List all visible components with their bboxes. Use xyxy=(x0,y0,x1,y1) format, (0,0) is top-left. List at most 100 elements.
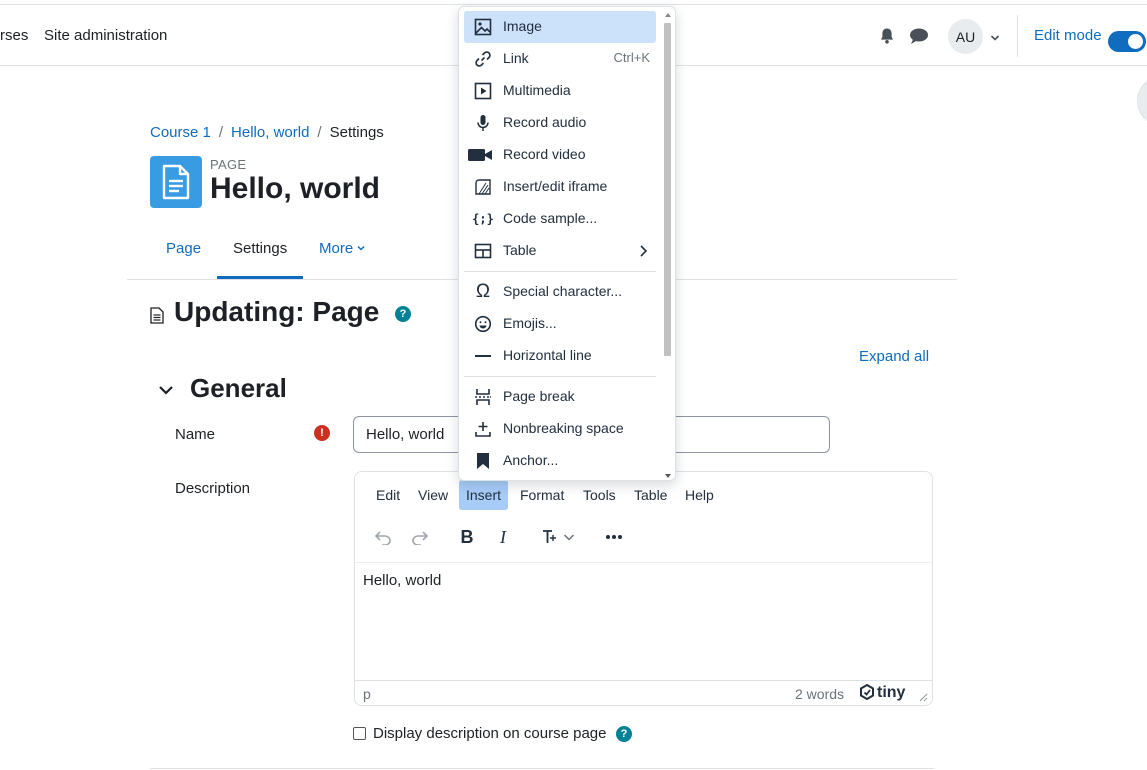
horizontal-line-item[interactable]: Horizontal line xyxy=(464,340,656,372)
menu-edit[interactable]: Edit xyxy=(369,480,407,510)
display-description-checkbox[interactable] xyxy=(353,727,366,740)
word-count[interactable]: 2 words xyxy=(795,686,844,702)
expand-all-link[interactable]: Expand all xyxy=(859,348,929,365)
scrollbar-thumb[interactable] xyxy=(664,23,671,356)
chevron-right-icon xyxy=(640,245,648,257)
menu-scrollbar[interactable] xyxy=(661,13,673,478)
editor-content-area[interactable] xyxy=(355,562,932,680)
menu-item-label: Multimedia xyxy=(503,82,571,98)
nav-site-administration-link[interactable]: Site administration xyxy=(44,27,167,44)
undo-icon[interactable] xyxy=(368,522,398,552)
menu-format[interactable]: Format xyxy=(513,480,571,510)
messages-chat-icon[interactable] xyxy=(909,27,929,45)
tiny-logo-icon xyxy=(860,683,874,701)
menu-insert[interactable]: Insert xyxy=(459,480,509,510)
code-sample-icon: {;} xyxy=(472,212,494,226)
menu-help[interactable]: Help xyxy=(678,480,721,510)
menu-item-label: Table xyxy=(503,242,537,258)
nav-courses-link[interactable]: rses xyxy=(0,27,28,44)
breadcrumb-separator: / xyxy=(317,124,322,141)
page-break-icon xyxy=(473,387,493,407)
menu-view[interactable]: View xyxy=(411,480,455,510)
table-icon xyxy=(473,241,493,261)
insert-menu-dropdown: Image Link Ctrl+K Multimedia Record audi… xyxy=(458,6,676,481)
scroll-down-arrow-icon[interactable] xyxy=(665,474,671,478)
notifications-bell-icon[interactable] xyxy=(878,27,896,45)
menu-item-label: Link xyxy=(503,50,529,66)
code-sample-item[interactable]: {;} Code sample... xyxy=(464,203,656,235)
tiny-brand: tiny xyxy=(877,684,906,701)
menu-item-label: Horizontal line xyxy=(503,347,592,363)
emojis-item[interactable]: Emojis... xyxy=(464,308,656,340)
breadcrumb-course-link[interactable]: Course 1 xyxy=(150,124,211,141)
anchor-item[interactable]: Anchor... xyxy=(464,445,656,477)
menu-table[interactable]: Table xyxy=(627,480,674,510)
menu-tools[interactable]: Tools xyxy=(576,480,623,510)
microphone-icon xyxy=(473,113,493,133)
user-avatar[interactable]: AU xyxy=(948,19,983,54)
tab-more[interactable]: More xyxy=(319,240,366,257)
active-tab-indicator xyxy=(217,276,303,279)
menu-item-label: Image xyxy=(503,18,542,34)
emoji-icon xyxy=(473,314,493,334)
record-video-item[interactable]: Record video xyxy=(464,139,656,171)
edit-mode-label: Edit mode xyxy=(1034,27,1102,44)
page-activity-icon xyxy=(150,156,202,208)
insert-link-item[interactable]: Link Ctrl+K xyxy=(464,43,656,75)
record-audio-item[interactable]: Record audio xyxy=(464,107,656,139)
shortcut-hint: Ctrl+K xyxy=(613,50,650,65)
italic-icon[interactable]: I xyxy=(488,522,518,552)
tab-page[interactable]: Page xyxy=(166,240,201,257)
scroll-up-arrow-icon[interactable] xyxy=(665,13,671,17)
chevron-down-icon[interactable] xyxy=(990,33,1000,43)
image-icon xyxy=(473,17,493,37)
drawer-toggle-button[interactable] xyxy=(1137,78,1147,124)
redo-icon[interactable] xyxy=(405,522,435,552)
display-description-label[interactable]: Display description on course page xyxy=(373,725,606,742)
breadcrumb: Course 1 / Hello, world / Settings xyxy=(150,124,384,141)
chevron-down-icon xyxy=(357,245,365,251)
insert-multimedia-item[interactable]: Multimedia xyxy=(464,75,656,107)
chevron-down-icon[interactable] xyxy=(561,522,577,552)
name-label: Name xyxy=(175,426,216,443)
page-icon xyxy=(150,307,164,324)
multimedia-icon xyxy=(473,81,493,101)
special-character-item[interactable]: Ω Special character... xyxy=(464,276,656,308)
breadcrumb-page-link[interactable]: Hello, world xyxy=(231,124,309,141)
tiny-logo[interactable]: tiny xyxy=(859,683,906,702)
iframe-icon xyxy=(473,177,493,197)
form-heading: Updating: Page xyxy=(174,296,380,327)
menu-separator xyxy=(464,376,656,377)
link-icon xyxy=(473,49,493,69)
editor-menubar: Edit View Insert Format Tools Table Help xyxy=(355,480,932,510)
page-title: Hello, world xyxy=(210,172,381,205)
navbar-divider xyxy=(1017,15,1018,57)
editor-statusbar: p 2 words tiny xyxy=(355,680,932,706)
editor-content-text[interactable]: Hello, world xyxy=(363,572,441,589)
breadcrumb-current: Settings xyxy=(329,124,384,141)
menu-item-label: Record video xyxy=(503,146,586,162)
element-path[interactable]: p xyxy=(363,686,371,702)
insert-iframe-item[interactable]: Insert/edit iframe xyxy=(464,171,656,203)
horizontal-line-icon xyxy=(473,346,493,366)
edit-mode-toggle[interactable] xyxy=(1108,31,1146,52)
bold-icon[interactable]: B xyxy=(452,522,482,552)
menu-item-label: Code sample... xyxy=(503,210,598,226)
page-break-item[interactable]: Page break xyxy=(464,381,656,413)
table-item[interactable]: Table xyxy=(464,235,656,267)
section-general-heading[interactable]: General xyxy=(190,373,287,404)
resize-handle-icon[interactable] xyxy=(919,693,928,702)
collapse-chevron-icon[interactable] xyxy=(158,382,174,398)
insert-image-item[interactable]: Image xyxy=(464,11,656,43)
nonbreaking-space-item[interactable]: Nonbreaking space xyxy=(464,413,656,445)
breadcrumb-separator: / xyxy=(218,124,224,141)
menu-item-label: Anchor... xyxy=(503,452,559,468)
menu-item-label: Special character... xyxy=(503,283,623,299)
page-kicker: PAGE xyxy=(210,157,247,172)
menu-item-label: Emojis... xyxy=(503,315,557,331)
more-options-icon[interactable] xyxy=(599,522,629,552)
editor-toolbar: B I xyxy=(355,518,932,556)
help-icon[interactable]: ? xyxy=(395,306,411,322)
help-icon[interactable]: ? xyxy=(616,726,632,742)
tab-settings[interactable]: Settings xyxy=(233,240,287,257)
